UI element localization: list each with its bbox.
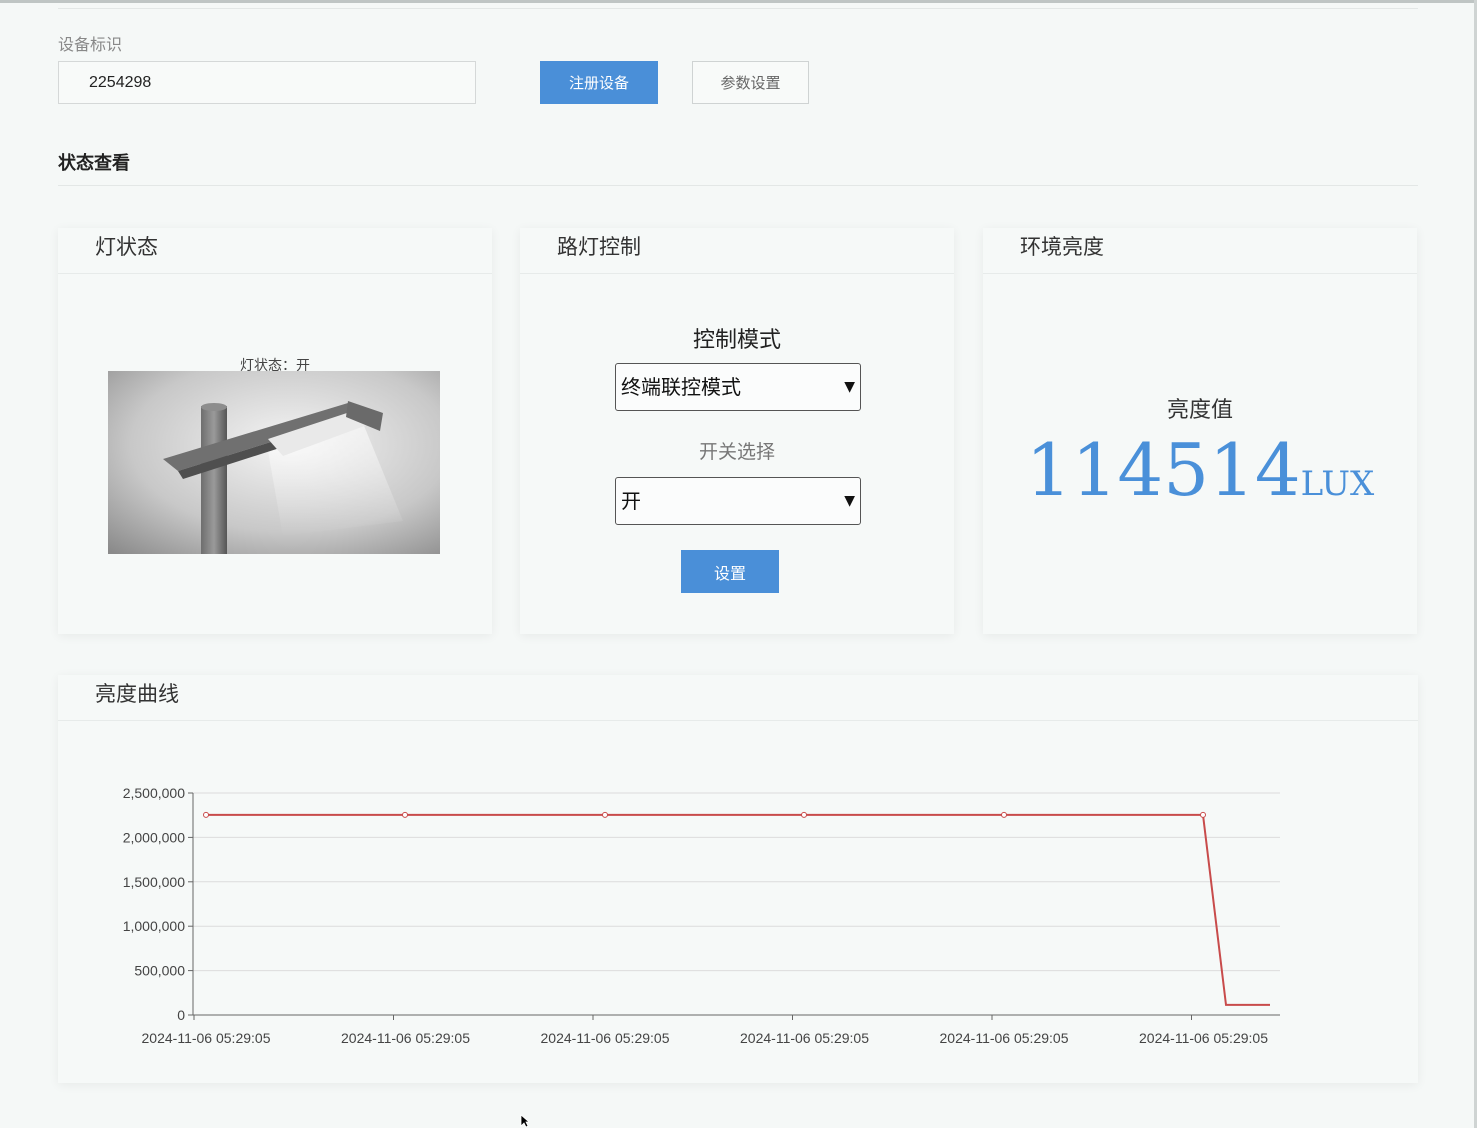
brightness-unit: LUX: [1300, 464, 1375, 504]
brightness-readout: 114514LUX: [983, 428, 1417, 512]
ambient-brightness-card: 环境亮度 亮度值 114514LUX: [983, 228, 1417, 634]
control-mode-label: 控制模式: [692, 328, 781, 353]
device-id-input[interactable]: [58, 61, 476, 104]
brightness-curve-card: 亮度曲线 0 500,000 1,000,000 1,500,000 2,000,000…: [58, 675, 1418, 1083]
x-tick-label: 2024-11-06 05:29:05: [740, 1030, 869, 1046]
register-device-button[interactable]: 注册设备: [540, 61, 658, 104]
status-divider: [58, 185, 1418, 186]
x-tick-label: 2024-11-06 05:29:05: [341, 1030, 470, 1046]
lamp-control-card: 路灯控制 控制模式 终端联控模式 ▼ 开关选择 开 ▼ 设置: [520, 228, 954, 634]
y-tick-label: 1,500,000: [123, 874, 185, 890]
device-id-label: 设备标识: [58, 35, 123, 54]
brightness-data-point: [1200, 811, 1206, 818]
switch-select-label: 开关选择: [698, 441, 775, 463]
lamp-control-card-title: 路灯控制: [520, 228, 954, 274]
status-section-title: 状态查看: [58, 153, 130, 174]
chevron-down-icon: ▼: [844, 379, 855, 395]
brightness-value-label: 亮度值: [1166, 398, 1233, 423]
set-button[interactable]: 设置: [681, 550, 779, 593]
y-tick-label: 1,000,000: [123, 918, 185, 934]
y-tick-label: 2,500,000: [123, 785, 185, 801]
x-tick-label: 2024-11-06 05:29:05: [541, 1030, 670, 1046]
top-divider: [58, 8, 1418, 9]
switch-selected-value: 开: [621, 489, 641, 513]
mouse-cursor-icon: [520, 1114, 530, 1128]
control-mode-selected-value: 终端联控模式: [621, 375, 741, 399]
lamp-status-card-title: 灯状态: [58, 228, 492, 274]
chevron-down-icon: ▼: [844, 493, 855, 509]
control-mode-select[interactable]: 终端联控模式 ▼: [615, 363, 861, 411]
y-tick-label: 0: [177, 1007, 185, 1023]
brightness-data-point: [602, 811, 608, 818]
x-tick-label: 2024-11-06 05:29:05: [142, 1030, 271, 1046]
brightness-data-point: [203, 811, 209, 818]
brightness-line-chart: 0 500,000 1,000,000 1,500,000 2,000,000 2,500…: [123, 785, 1280, 1046]
brightness-data-point: [402, 811, 408, 818]
lamp-status-card: 灯状态 灯状态：开: [58, 228, 492, 634]
param-settings-button[interactable]: 参数设置: [692, 61, 809, 104]
brightness-value: 114514: [1025, 428, 1301, 512]
x-tick-label: 2024-11-06 05:29:05: [1139, 1030, 1268, 1046]
brightness-data-point: [1001, 811, 1007, 818]
brightness-data-point: [801, 811, 807, 818]
street-lamp-image: [108, 371, 440, 554]
x-tick-label: 2024-11-06 05:29:05: [940, 1030, 1069, 1046]
switch-select[interactable]: 开 ▼: [615, 477, 861, 525]
ambient-brightness-card-title: 环境亮度: [983, 228, 1417, 274]
y-tick-label: 500,000: [134, 963, 185, 979]
window-top-border: [0, 0, 1477, 3]
y-tick-label: 2,000,000: [123, 829, 185, 845]
brightness-series-line: [206, 813, 1270, 1006]
